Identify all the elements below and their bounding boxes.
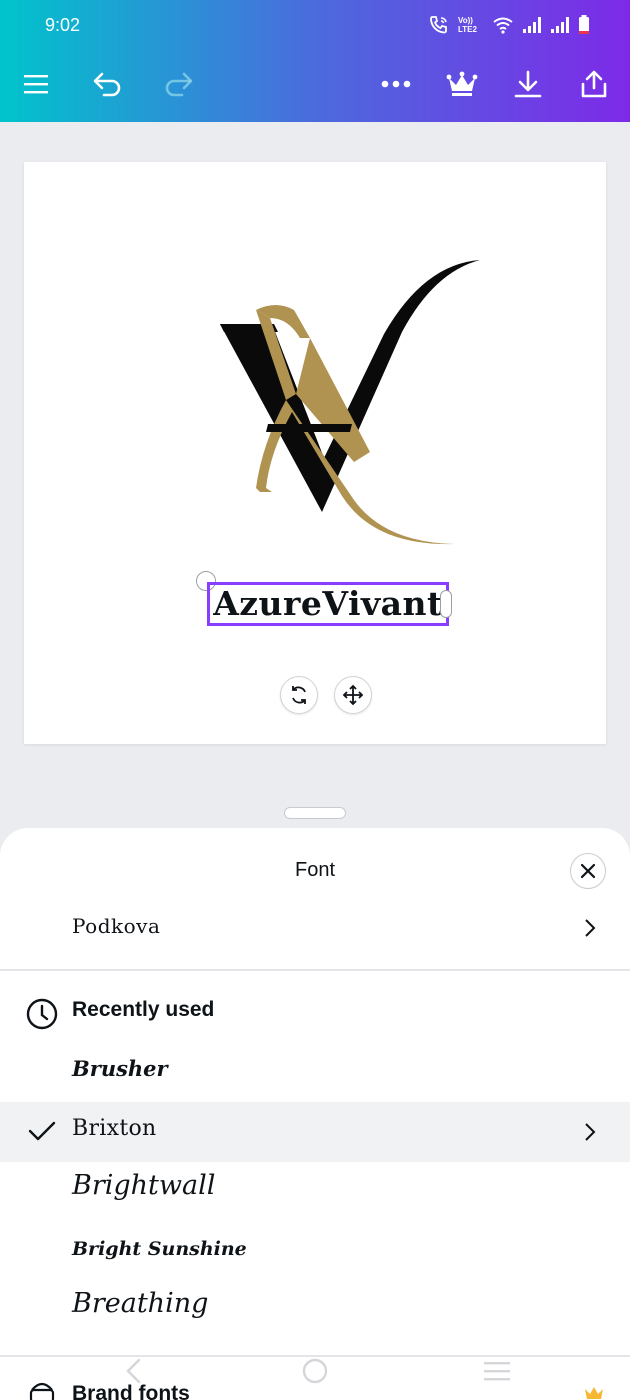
design-page[interactable]: AzureVivant [24,162,606,744]
call-wifi-icon [430,16,447,34]
menu-button[interactable] [14,62,58,106]
recently-used-header: Recently used [0,988,630,1038]
crown-icon [446,71,478,96]
rotate-icon [292,686,306,704]
rotate-button[interactable] [280,676,318,714]
share-icon [581,70,607,98]
system-nav-bar [0,1358,630,1400]
status-icons: Vo)) LTE2 [428,14,590,36]
checkmark-icon [28,1121,56,1141]
divider [0,1355,630,1357]
current-font-row[interactable]: Podkova [0,898,630,958]
font-option-breathing[interactable]: Breathing [72,1288,208,1319]
font-option-bright-sunshine[interactable]: Bright Sunshine [72,1238,247,1260]
font-option-brixton[interactable]: Brixton [0,1102,630,1162]
back-icon[interactable] [124,1358,142,1384]
current-font-label: Podkova [72,914,161,938]
font-name-label: Brixton [72,1116,157,1141]
font-panel: Font Podkova Recently used Brusher Brixt… [0,828,630,1400]
divider [0,969,630,971]
more-button[interactable] [374,62,418,106]
volte-icon: Vo)) LTE2 [458,16,477,34]
home-icon[interactable] [302,1358,328,1384]
undo-button[interactable] [86,62,130,106]
status-time: 9:02 [45,15,81,35]
battery-icon [579,15,589,34]
premium-button[interactable] [440,62,484,106]
undo-icon [93,72,121,97]
menu-icon [24,75,48,94]
brand-name-text[interactable]: AzureVivant [207,582,449,626]
av-monogram-logo[interactable] [24,162,606,562]
sheet-drag-handle[interactable] [284,807,346,819]
move-icon [342,684,364,706]
download-button[interactable] [506,62,550,106]
font-option-brusher[interactable]: Brusher [72,1056,168,1081]
wifi-icon [493,17,513,34]
clock-icon [26,998,58,1030]
recents-icon[interactable] [483,1360,511,1382]
redo-button[interactable] [156,62,200,106]
download-icon [514,70,542,98]
redo-icon [165,72,193,97]
chevron-right-icon [585,919,596,937]
signal-icon [523,17,541,33]
close-icon [580,863,596,879]
more-icon [381,80,411,88]
panel-title: Font [294,859,336,881]
font-option-brightwall[interactable]: Brightwall [72,1170,215,1201]
move-button[interactable] [334,676,372,714]
top-toolbar: 9:02 Vo)) LTE2 [0,0,630,122]
signal-icon [551,17,569,33]
resize-handle-right[interactable] [440,590,452,618]
chevron-right-icon [585,1123,596,1141]
close-button[interactable] [570,853,606,889]
share-button[interactable] [572,62,616,106]
recently-used-label: Recently used [72,998,215,1021]
